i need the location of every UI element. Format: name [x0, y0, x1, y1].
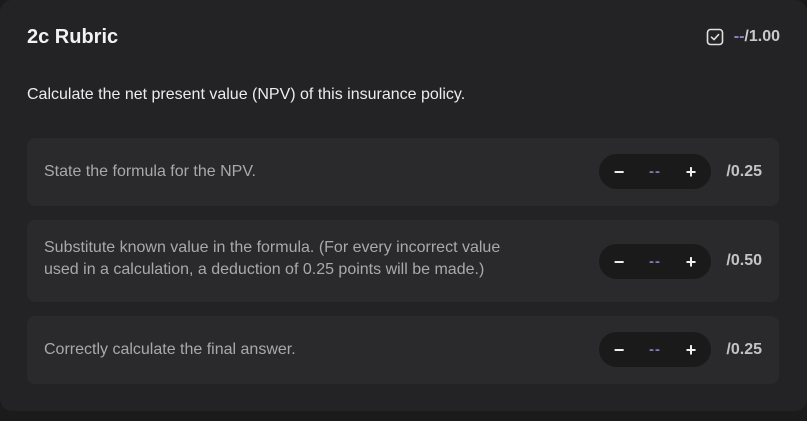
total-score: --/1.00: [706, 26, 780, 48]
criterion-text-line: Substitute known value in the formula. (…: [44, 239, 501, 256]
criterion-card: State the formula for the NPV. − -- + /0…: [27, 138, 779, 206]
stepper-value[interactable]: --: [649, 253, 661, 270]
max-points: /0.25: [726, 341, 762, 358]
criterion-card: Substitute known value in the formula. (…: [27, 220, 779, 302]
decrement-button[interactable]: −: [609, 162, 629, 182]
criterion-text-line: Correctly calculate the final answer.: [44, 341, 296, 358]
criterion-text-line: used in a calculation, a deduction of 0.…: [44, 261, 485, 278]
criterion-text: State the formula for the NPV.: [44, 161, 256, 183]
rubric-title: 2c Rubric: [27, 26, 119, 48]
criterion-text: Correctly calculate the final answer.: [44, 339, 296, 361]
max-points: /0.50: [726, 252, 762, 269]
total-score-max: /1.00: [744, 28, 780, 45]
increment-button[interactable]: +: [681, 252, 701, 272]
stepper-value[interactable]: --: [649, 163, 661, 180]
score-stepper: − -- +: [599, 332, 711, 367]
criterion-card: Correctly calculate the final answer. − …: [27, 316, 779, 384]
criterion-text-line: State the formula for the NPV.: [44, 163, 256, 180]
increment-button[interactable]: +: [681, 340, 701, 360]
rubric-header: 2c Rubric --/1.00: [27, 24, 780, 52]
score-stepper: − -- +: [599, 244, 711, 279]
score-stepper: − -- +: [599, 154, 711, 189]
checkbox-icon[interactable]: [706, 28, 724, 46]
max-points: /0.25: [726, 163, 762, 180]
criterion-text: Substitute known value in the formula. (…: [44, 237, 500, 281]
total-score-text: --/1.00: [734, 26, 780, 48]
total-score-value: --: [733, 28, 745, 45]
stepper-value[interactable]: --: [649, 341, 661, 358]
decrement-button[interactable]: −: [609, 252, 629, 272]
question-text: Calculate the net present value (NPV) of…: [27, 86, 466, 103]
rubric-panel: 2c Rubric --/1.00 Calculate the net pres…: [0, 0, 807, 411]
decrement-button[interactable]: −: [609, 340, 629, 360]
increment-button[interactable]: +: [681, 162, 701, 182]
